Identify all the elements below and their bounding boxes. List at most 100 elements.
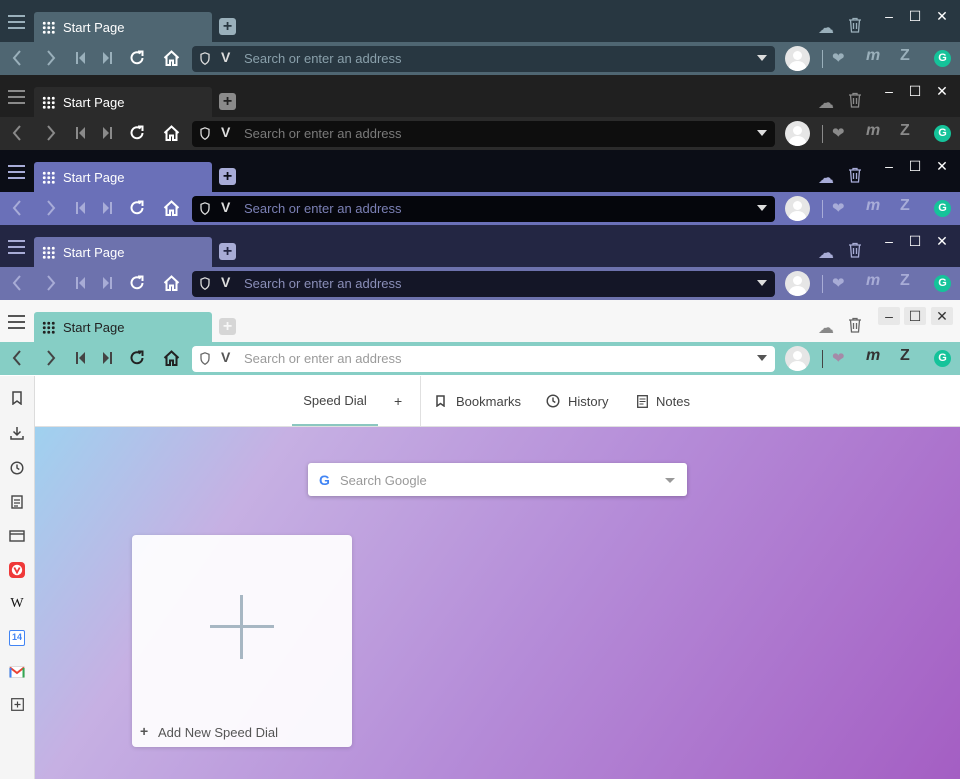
trash-icon[interactable]	[848, 242, 862, 258]
profile-avatar[interactable]	[785, 46, 810, 71]
window-panel-icon[interactable]	[9, 528, 25, 544]
profile-avatar[interactable]	[785, 271, 810, 296]
minimize-button[interactable]: –	[878, 82, 900, 100]
new-tab-button[interactable]: +	[219, 168, 236, 185]
extension-m-icon[interactable]: m	[866, 347, 880, 365]
tab-bookmarks[interactable]: Bookmarks	[436, 376, 521, 426]
rewind-button[interactable]	[70, 272, 92, 294]
back-button[interactable]	[6, 347, 28, 369]
gmail-web-panel-icon[interactable]	[9, 664, 25, 680]
profile-avatar[interactable]	[785, 346, 810, 371]
trash-icon[interactable]	[848, 92, 862, 108]
tab-history[interactable]: History	[546, 376, 608, 426]
rewind-button[interactable]	[70, 197, 92, 219]
add-speed-dial-group-button[interactable]: +	[394, 376, 402, 426]
minimize-button[interactable]: –	[878, 7, 900, 25]
vivaldi-menu-icon[interactable]	[8, 240, 25, 254]
url-field[interactable]: V Search or enter an address	[192, 346, 775, 372]
new-tab-button[interactable]: +	[219, 318, 236, 335]
calendar-web-panel-icon[interactable]: 14	[9, 630, 25, 646]
extension-m-icon[interactable]: m	[866, 272, 880, 290]
profile-avatar[interactable]	[785, 121, 810, 146]
tab-start-page[interactable]: Start Page	[34, 12, 212, 42]
close-button[interactable]: ✕	[931, 307, 953, 325]
fast-forward-button[interactable]	[96, 122, 118, 144]
extension-heart-icon[interactable]: ❤	[832, 199, 845, 217]
address-dropdown-icon[interactable]	[757, 280, 767, 286]
extension-z-icon[interactable]: Z	[900, 272, 910, 290]
downloads-panel-icon[interactable]	[9, 425, 25, 441]
maximize-button[interactable]: ☐	[904, 82, 926, 100]
sync-cloud-icon[interactable]: ☁	[818, 243, 834, 263]
address-dropdown-icon[interactable]	[757, 205, 767, 211]
home-button[interactable]	[160, 272, 182, 294]
site-info-shield-icon[interactable]	[200, 352, 210, 365]
grammarly-icon[interactable]: G	[934, 275, 951, 292]
extension-heart-icon[interactable]: ❤	[832, 124, 845, 142]
close-button[interactable]: ✕	[931, 232, 953, 250]
sync-cloud-icon[interactable]: ☁	[818, 18, 834, 38]
reload-button[interactable]	[126, 47, 148, 69]
forward-button[interactable]	[40, 272, 62, 294]
back-button[interactable]	[6, 47, 28, 69]
reload-button[interactable]	[126, 122, 148, 144]
tab-start-page[interactable]: Start Page	[34, 237, 212, 267]
reload-button[interactable]	[126, 197, 148, 219]
trash-icon[interactable]	[848, 167, 862, 183]
url-field[interactable]: V Search or enter an address	[192, 271, 775, 297]
sync-cloud-icon[interactable]: ☁	[818, 318, 834, 338]
add-new-speed-dial-card[interactable]: + Add New Speed Dial	[132, 535, 352, 747]
address-dropdown-icon[interactable]	[757, 55, 767, 61]
history-panel-icon[interactable]	[9, 460, 25, 476]
rewind-button[interactable]	[70, 122, 92, 144]
grammarly-icon[interactable]: G	[934, 200, 951, 217]
rewind-button[interactable]	[70, 347, 92, 369]
vivaldi-menu-icon[interactable]	[8, 165, 25, 179]
tab-notes[interactable]: Notes	[637, 376, 690, 426]
home-button[interactable]	[160, 347, 182, 369]
fast-forward-button[interactable]	[96, 47, 118, 69]
back-button[interactable]	[6, 197, 28, 219]
vivaldi-menu-icon[interactable]	[8, 315, 25, 329]
extension-m-icon[interactable]: m	[866, 122, 880, 140]
forward-button[interactable]	[40, 197, 62, 219]
maximize-button[interactable]: ☐	[904, 307, 926, 325]
extension-z-icon[interactable]: Z	[900, 47, 910, 65]
trash-icon[interactable]	[848, 17, 862, 33]
forward-button[interactable]	[40, 47, 62, 69]
home-button[interactable]	[160, 47, 182, 69]
rewind-button[interactable]	[70, 47, 92, 69]
vivaldi-menu-icon[interactable]	[8, 90, 25, 104]
fast-forward-button[interactable]	[96, 347, 118, 369]
maximize-button[interactable]: ☐	[904, 7, 926, 25]
notes-panel-icon[interactable]	[9, 494, 25, 510]
grammarly-icon[interactable]: G	[934, 50, 951, 67]
trash-icon[interactable]	[848, 317, 862, 333]
extension-m-icon[interactable]: m	[866, 197, 880, 215]
sync-cloud-icon[interactable]: ☁	[818, 93, 834, 113]
url-field[interactable]: V Search or enter an address	[192, 121, 775, 147]
close-button[interactable]: ✕	[931, 157, 953, 175]
search-engine-dropdown-icon[interactable]	[665, 478, 675, 483]
close-button[interactable]: ✕	[931, 7, 953, 25]
minimize-button[interactable]: –	[878, 307, 900, 325]
maximize-button[interactable]: ☐	[904, 157, 926, 175]
extension-heart-icon[interactable]: ❤	[832, 49, 845, 67]
new-tab-button[interactable]: +	[219, 93, 236, 110]
new-tab-button[interactable]: +	[219, 18, 236, 35]
reload-button[interactable]	[126, 347, 148, 369]
site-info-shield-icon[interactable]	[200, 277, 210, 290]
address-dropdown-icon[interactable]	[757, 355, 767, 361]
tab-start-page[interactable]: Start Page	[34, 162, 212, 192]
forward-button[interactable]	[40, 122, 62, 144]
back-button[interactable]	[6, 122, 28, 144]
site-info-shield-icon[interactable]	[200, 127, 210, 140]
fast-forward-button[interactable]	[96, 272, 118, 294]
extension-z-icon[interactable]: Z	[900, 122, 910, 140]
add-web-panel-icon[interactable]	[9, 696, 25, 712]
site-info-shield-icon[interactable]	[200, 52, 210, 65]
url-field[interactable]: V Search or enter an address	[192, 196, 775, 222]
extension-z-icon[interactable]: Z	[900, 197, 910, 215]
reload-button[interactable]	[126, 272, 148, 294]
forward-button[interactable]	[40, 347, 62, 369]
